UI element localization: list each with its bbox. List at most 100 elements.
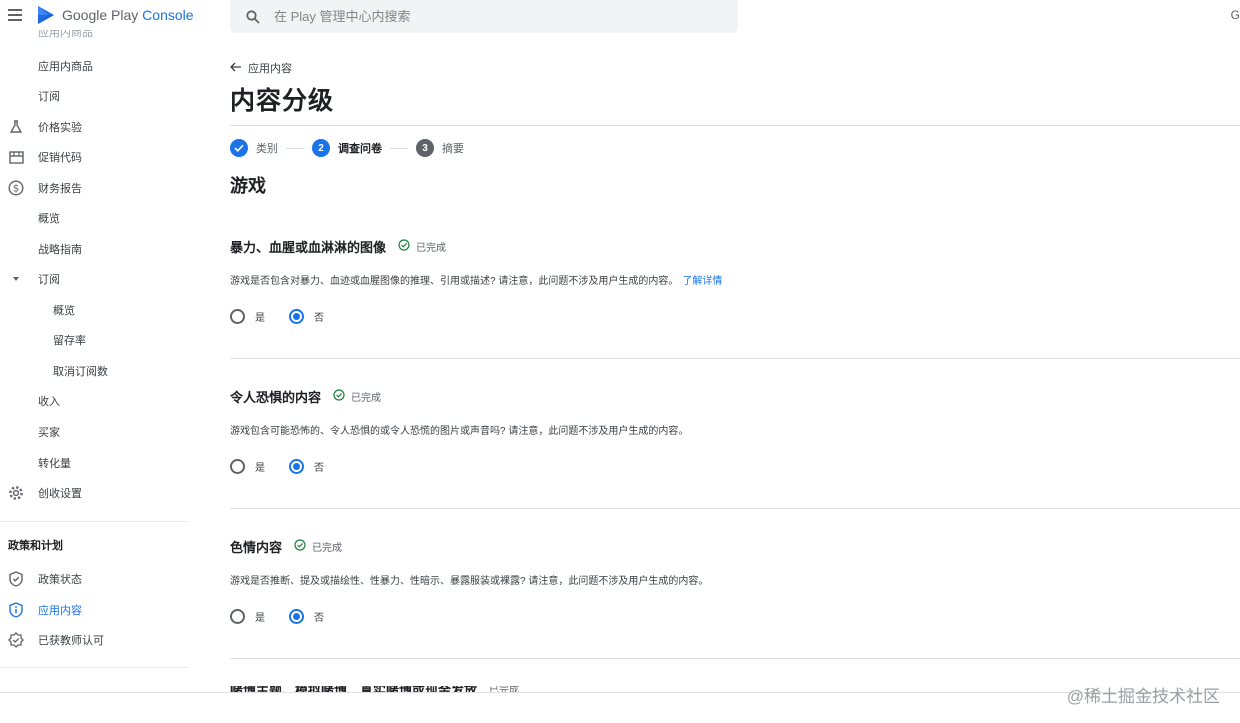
- sidebar-item-teacher-approved[interactable]: 已获教师认可: [0, 625, 188, 655]
- play-logo-icon: [38, 6, 54, 24]
- question-sexual: 色情内容 已完成 游戏是否推断、提及或描绘性、性暴力、性暗示、暴露服装或裸露? …: [230, 537, 1240, 624]
- radio-circle[interactable]: [289, 309, 304, 324]
- step-number: 3: [416, 139, 434, 157]
- flask-icon: [8, 119, 24, 135]
- shield-info-icon: [8, 602, 24, 618]
- sidebar-item-label: 取消订阅数: [53, 366, 108, 378]
- status-text: 已完成: [416, 243, 447, 254]
- page-title: 内容分级: [230, 87, 335, 115]
- question-divider: [230, 658, 1240, 659]
- step-label: 调查问卷: [338, 143, 382, 155]
- store-icon: [8, 149, 24, 165]
- sidebar-item-subscriptions[interactable]: 订阅: [0, 81, 188, 111]
- radio-yes[interactable]: 是: [230, 309, 265, 324]
- shield-check-icon: [8, 571, 24, 587]
- radio-circle[interactable]: [230, 609, 245, 624]
- sidebar-item-label: 订阅: [38, 91, 60, 103]
- check-icon: [230, 139, 248, 157]
- step-number: 2: [312, 139, 330, 157]
- step-label: 摘要: [442, 143, 464, 155]
- sidebar-item-buyers[interactable]: 买家: [0, 417, 188, 447]
- radio-no[interactable]: 否: [289, 309, 324, 324]
- check-circle-icon: [398, 239, 410, 254]
- sidebar-item-app-content[interactable]: 应用内容: [0, 595, 188, 625]
- radio-label: 否: [314, 613, 324, 624]
- radio-no[interactable]: 否: [289, 459, 324, 474]
- sidebar-item-label: 订阅: [38, 274, 60, 286]
- question-title: 暴力、血腥或血淋淋的图像: [230, 240, 387, 255]
- logo-text: Google Play: [62, 7, 139, 23]
- radio-label: 是: [255, 463, 265, 474]
- watermark: @稀土掘金技术社区: [1066, 687, 1220, 706]
- bottom-bar: [0, 692, 1240, 723]
- sidebar-item-cut: 应用内商品: [38, 30, 93, 39]
- sidebar-item-label: 应用内容: [38, 605, 82, 617]
- radio-no[interactable]: 否: [289, 609, 324, 624]
- back-link[interactable]: 应用内容: [230, 60, 292, 76]
- back-link-label: 应用内容: [248, 63, 292, 75]
- sidebar-item-label: 概览: [38, 213, 60, 225]
- learn-more-link[interactable]: 了解详情: [682, 276, 722, 287]
- sidebar-divider: [0, 521, 188, 522]
- sidebar-item-label: 政策状态: [38, 574, 82, 586]
- sidebar-item-price-experiments[interactable]: 价格实验: [0, 112, 188, 142]
- google-play-console-logo[interactable]: Google Play Console: [36, 4, 194, 26]
- status-badge: 已完成: [333, 389, 381, 404]
- radio-label: 否: [314, 313, 324, 324]
- sidebar-item-label: 价格实验: [38, 122, 82, 134]
- radio-circle[interactable]: [289, 459, 304, 474]
- sidebar-item-label: 创收设置: [38, 488, 82, 500]
- sidebar-item-retention[interactable]: 留存率: [0, 325, 188, 355]
- radio-circle[interactable]: [230, 459, 245, 474]
- status-badge: 已完成: [294, 539, 342, 554]
- sidebar-item-in-app-products[interactable]: 应用内商品: [0, 51, 188, 81]
- status-text: 已完成: [351, 393, 382, 404]
- sidebar-item-label: 收入: [38, 396, 60, 408]
- sidebar-item-cancellations[interactable]: 取消订阅数: [0, 356, 188, 386]
- sidebar-item-conversions[interactable]: 转化量: [0, 448, 188, 478]
- stepper: 类别 2 调查问卷 3 摘要: [230, 139, 464, 157]
- sidebar-divider: [0, 667, 188, 668]
- sidebar-item-policy-status[interactable]: 政策状态: [0, 564, 188, 594]
- check-circle-icon: [294, 539, 306, 554]
- sidebar-item-subscriptions-group[interactable]: 订阅: [0, 264, 188, 294]
- radio-circle[interactable]: [289, 609, 304, 624]
- sidebar-item-promo-codes[interactable]: 促销代码: [0, 142, 188, 172]
- sidebar-item-label: 促销代码: [38, 152, 82, 164]
- radio-label: 是: [255, 613, 265, 624]
- menu-icon[interactable]: [8, 6, 26, 24]
- sidebar-item-overview[interactable]: 概览: [0, 203, 188, 233]
- question-description: 游戏是否包含对暴力、血迹或血腥图像的推理、引用或描述? 请注意，此问题不涉及用户…: [230, 276, 679, 287]
- sidebar-item-strategy-guide[interactable]: 战略指南: [0, 234, 188, 264]
- step-questionnaire[interactable]: 2 调查问卷: [312, 139, 382, 157]
- radio-yes[interactable]: 是: [230, 459, 265, 474]
- question-divider: [230, 358, 1240, 359]
- sidebar-item-label: 已获教师认可: [38, 635, 104, 647]
- check-circle-icon: [333, 389, 345, 404]
- sidebar-item-label: 留存率: [53, 335, 86, 347]
- radio-yes[interactable]: 是: [230, 609, 265, 624]
- title-divider: [230, 125, 1240, 126]
- radio-circle[interactable]: [230, 309, 245, 324]
- sidebar-item-label: 战略指南: [38, 244, 82, 256]
- radio-label: 是: [255, 313, 265, 324]
- sidebar-item-financial-reports[interactable]: $ 财务报告: [0, 173, 188, 203]
- step-category[interactable]: 类别: [230, 139, 278, 157]
- logo-console-text: Console: [142, 7, 194, 23]
- sidebar-item-label: 概览: [53, 305, 75, 317]
- question-description: 游戏包含可能恐怖的、令人恐惧的或令人恐慌的图片或声音吗? 请注意，此问题不涉及用…: [230, 426, 689, 437]
- sidebar-item-revenue[interactable]: 收入: [0, 386, 188, 416]
- gear-icon: [8, 485, 24, 501]
- question-description: 游戏是否推断、提及或描绘性、性暴力、性暗示、暴露服装或裸露? 请注意，此问题不涉…: [230, 576, 709, 587]
- caret-down-icon[interactable]: [8, 271, 24, 287]
- status-text: 已完成: [312, 543, 343, 554]
- sidebar-item-monetization-setup[interactable]: 创收设置: [0, 478, 188, 508]
- step-label: 类别: [256, 143, 278, 155]
- radio-label: 否: [314, 463, 324, 474]
- sidebar-item-label: 应用内商品: [38, 61, 93, 73]
- question-fear: 令人恐惧的内容 已完成 游戏包含可能恐怖的、令人恐惧的或令人恐慌的图片或声音吗?…: [230, 387, 1240, 474]
- sidebar-item-label: 财务报告: [38, 183, 82, 195]
- svg-text:$: $: [13, 184, 19, 195]
- step-summary[interactable]: 3 摘要: [416, 139, 464, 157]
- sidebar-item-sub-overview[interactable]: 概览: [0, 295, 188, 325]
